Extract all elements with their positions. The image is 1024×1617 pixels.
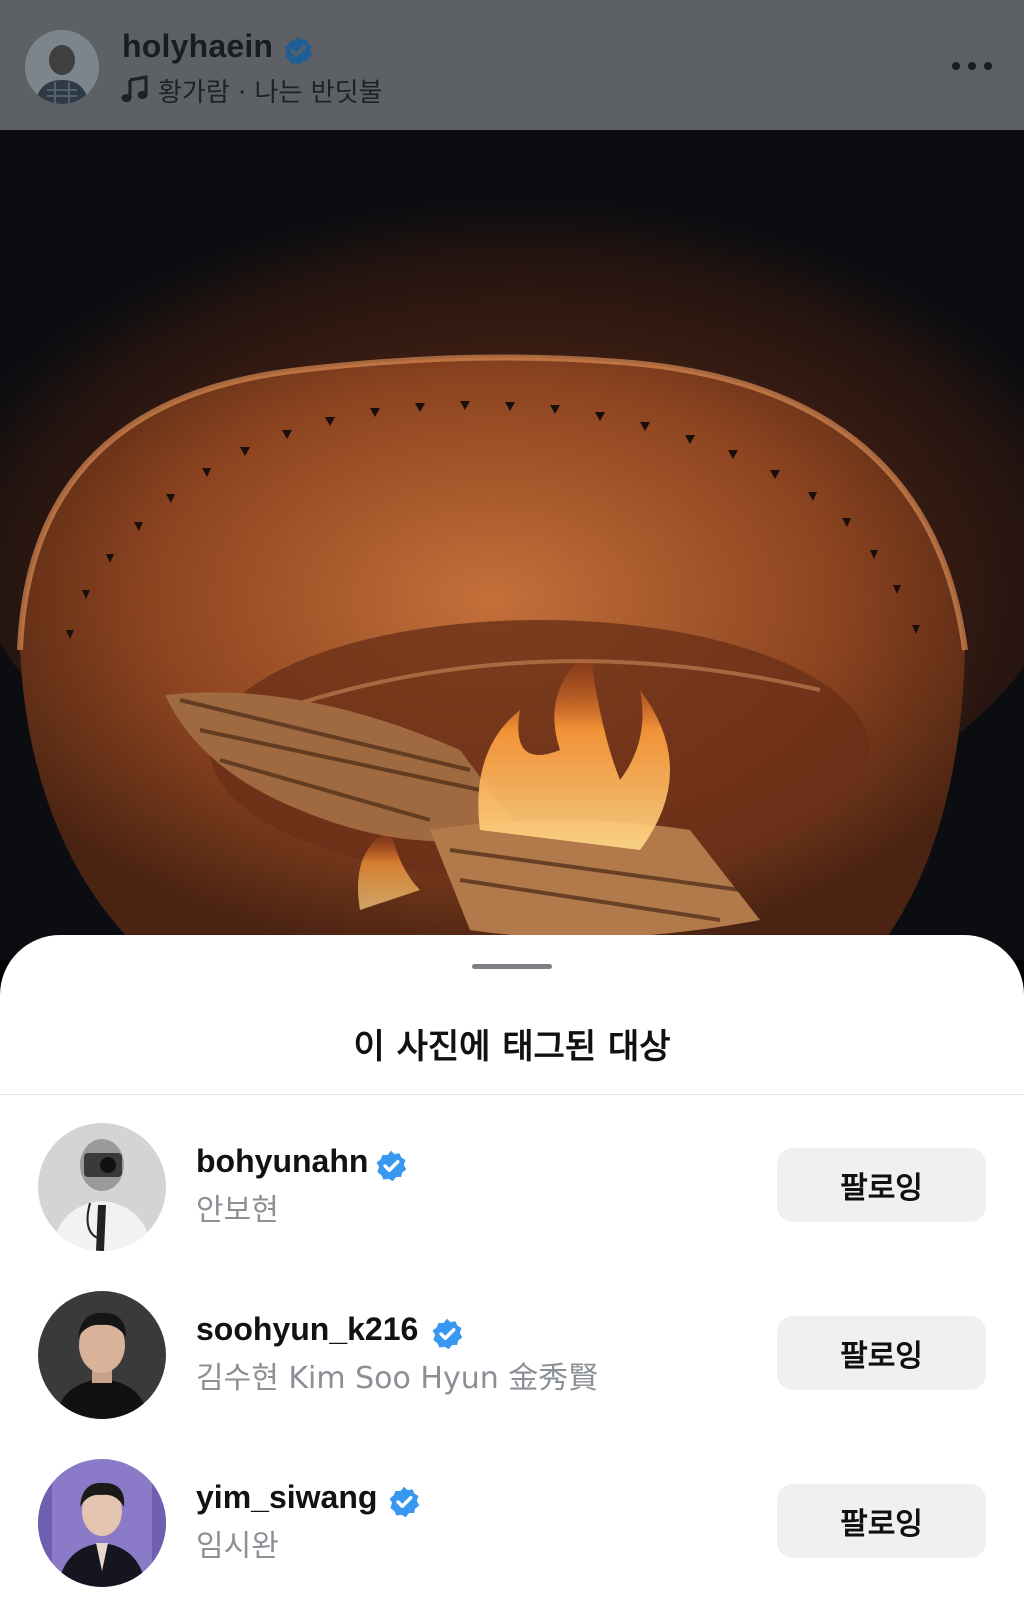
divider [0, 1094, 1024, 1095]
row-full-name: 김수현 Kim Soo Hyun 金秀賢 [196, 1361, 599, 1396]
row-username[interactable]: soohyun_k216 [196, 1311, 418, 1348]
post-username[interactable]: holyhaein [122, 28, 273, 65]
following-button[interactable]: 팔로잉 [777, 1316, 986, 1390]
post-photo[interactable] [0, 130, 1024, 960]
avatar[interactable] [38, 1123, 166, 1251]
music-note-icon [121, 75, 148, 102]
verified-badge-icon [376, 1150, 407, 1182]
row-full-name: 임시완 [196, 1529, 279, 1564]
following-button[interactable]: 팔로잉 [777, 1484, 986, 1558]
music-track[interactable]: 황가람 · 나는 반딧불 [158, 72, 382, 109]
fire-pit-image [0, 130, 1024, 960]
avatar[interactable] [38, 1291, 166, 1419]
row-username[interactable]: bohyunahn [196, 1143, 368, 1180]
following-button[interactable]: 팔로잉 [777, 1148, 986, 1222]
tagged-user-row[interactable]: yim_siwang 임시완 팔로잉 [0, 1443, 1024, 1593]
tagged-user-row[interactable]: bohyunahn 안보현 팔로잉 [0, 1107, 1024, 1257]
verified-badge-icon [284, 36, 313, 66]
header-avatar[interactable] [25, 30, 99, 104]
tagged-people-sheet: 이 사진에 태그된 대상 bohyunahn 안보현 팔로잉 soohyun_k… [0, 935, 1024, 1617]
tagged-user-row[interactable]: soohyun_k216 김수현 Kim Soo Hyun 金秀賢 팔로잉 [0, 1275, 1024, 1425]
more-options-icon[interactable] [948, 52, 996, 80]
verified-badge-icon [432, 1318, 463, 1350]
sheet-title: 이 사진에 태그된 대상 [353, 1027, 671, 1067]
row-full-name: 안보현 [196, 1193, 279, 1228]
verified-badge-icon [389, 1486, 420, 1518]
sheet-drag-handle[interactable] [472, 964, 552, 969]
row-username[interactable]: yim_siwang [196, 1479, 377, 1516]
post-header: holyhaein 황가람 · 나는 반딧불 [0, 0, 1024, 130]
avatar[interactable] [38, 1459, 166, 1587]
